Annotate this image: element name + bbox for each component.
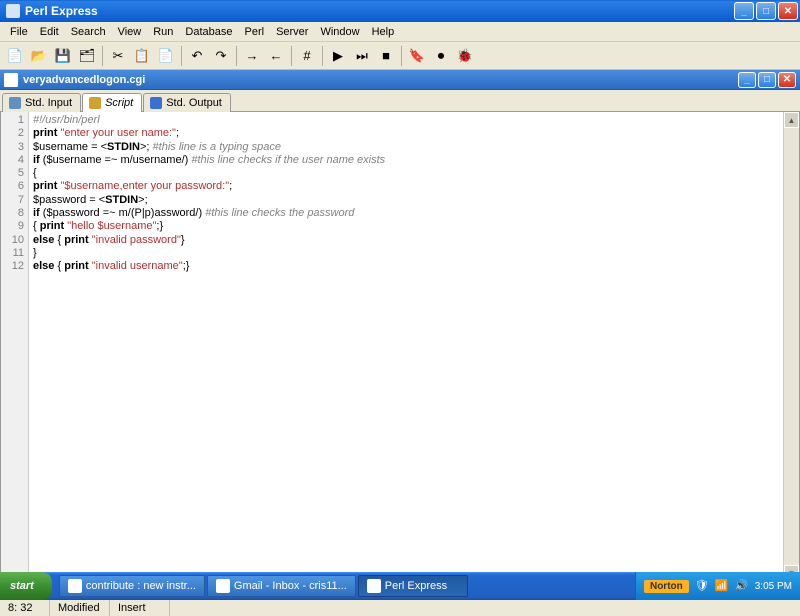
cursor-position: 8: 32	[0, 599, 50, 616]
debug-icon[interactable]: 🐞	[454, 45, 476, 67]
task-app-icon	[68, 579, 82, 593]
task-app-icon	[367, 579, 381, 593]
indent-icon[interactable]: →	[241, 45, 263, 67]
doc-maximize-button[interactable]: □	[758, 72, 776, 88]
menu-server[interactable]: Server	[270, 24, 314, 40]
status-spacer	[170, 599, 800, 616]
save-all-icon[interactable]: 🗂	[76, 45, 98, 67]
document-titlebar: veryadvancedlogon.cgi _ □ ✕	[0, 70, 800, 90]
bookmark-icon[interactable]: 🔖	[406, 45, 428, 67]
main-titlebar: Perl Express _ □ ✕	[0, 0, 800, 22]
doc-close-button[interactable]: ✕	[778, 72, 796, 88]
norton-badge[interactable]: Norton	[644, 580, 689, 593]
tab-std-input[interactable]: Std. Input	[2, 93, 81, 112]
undo-icon[interactable]: ↶	[186, 45, 208, 67]
copy-icon[interactable]: 📋	[131, 45, 153, 67]
windows-taskbar: start contribute : new instr...Gmail - I…	[0, 572, 800, 600]
tray-network-icon[interactable]: 📶	[715, 579, 729, 593]
menu-help[interactable]: Help	[366, 24, 401, 40]
scroll-up-icon[interactable]: ▲	[784, 112, 799, 128]
task-perl-express[interactable]: Perl Express	[358, 575, 468, 597]
input-icon	[9, 97, 21, 109]
system-tray: Norton 🛡 📶 🔊 3:05 PM	[635, 572, 800, 600]
tray-shield-icon[interactable]: 🛡	[695, 579, 709, 593]
task-app-icon	[216, 579, 230, 593]
start-button[interactable]: start	[0, 572, 52, 600]
menu-file[interactable]: File	[4, 24, 34, 40]
clock[interactable]: 3:05 PM	[755, 581, 792, 592]
record-icon[interactable]: ⏺	[430, 45, 452, 67]
window-title: Perl Express	[25, 4, 732, 18]
cut-icon[interactable]: ✂	[107, 45, 129, 67]
document-icon	[4, 73, 18, 87]
script-icon	[89, 97, 101, 109]
close-button[interactable]: ✕	[778, 2, 798, 20]
task-contribute-new-instr-[interactable]: contribute : new instr...	[59, 575, 205, 597]
statusbar: 8: 32 Modified Insert	[0, 598, 800, 616]
doc-minimize-button[interactable]: _	[738, 72, 756, 88]
insert-mode: Insert	[110, 599, 170, 616]
app-icon	[6, 4, 20, 18]
output-icon	[150, 97, 162, 109]
line-gutter: 123456789101112	[1, 112, 29, 581]
menu-search[interactable]: Search	[65, 24, 112, 40]
code-editor: 123456789101112 #!/usr/bin/perlprint "en…	[0, 112, 800, 582]
maximize-button[interactable]: □	[756, 2, 776, 20]
tab-std-output[interactable]: Std. Output	[143, 93, 231, 112]
menu-perl[interactable]: Perl	[239, 24, 271, 40]
menu-edit[interactable]: Edit	[34, 24, 65, 40]
new-file-icon[interactable]: 📄	[4, 45, 26, 67]
run-icon[interactable]: ▶	[327, 45, 349, 67]
menu-window[interactable]: Window	[314, 24, 365, 40]
task-gmail-inbox-cris11-[interactable]: Gmail - Inbox - cris11...	[207, 575, 356, 597]
paste-icon[interactable]: 📄	[155, 45, 177, 67]
outdent-icon[interactable]: ←	[265, 45, 287, 67]
menu-view[interactable]: View	[112, 24, 148, 40]
menubar: FileEditSearchViewRunDatabasePerlServerW…	[0, 22, 800, 42]
code-area[interactable]: #!/usr/bin/perlprint "enter your user na…	[29, 112, 783, 581]
toolbar: 📄📂💾🗂✂📋📄↶↷→←#▶⏭■🔖⏺🐞	[0, 42, 800, 70]
document-title: veryadvancedlogon.cgi	[23, 74, 736, 86]
stop-icon[interactable]: ■	[375, 45, 397, 67]
menu-database[interactable]: Database	[179, 24, 238, 40]
menu-run[interactable]: Run	[147, 24, 179, 40]
minimize-button[interactable]: _	[734, 2, 754, 20]
open-file-icon[interactable]: 📂	[28, 45, 50, 67]
save-file-icon[interactable]: 💾	[52, 45, 74, 67]
tab-row: Std. InputScriptStd. Output	[0, 90, 800, 112]
tray-volume-icon[interactable]: 🔊	[735, 579, 749, 593]
modified-status: Modified	[50, 599, 110, 616]
vertical-scrollbar[interactable]: ▲ ▼	[783, 112, 799, 581]
tab-script[interactable]: Script	[82, 93, 142, 112]
redo-icon[interactable]: ↷	[210, 45, 232, 67]
step-icon[interactable]: ⏭	[351, 45, 373, 67]
toggle-icon[interactable]: #	[296, 45, 318, 67]
